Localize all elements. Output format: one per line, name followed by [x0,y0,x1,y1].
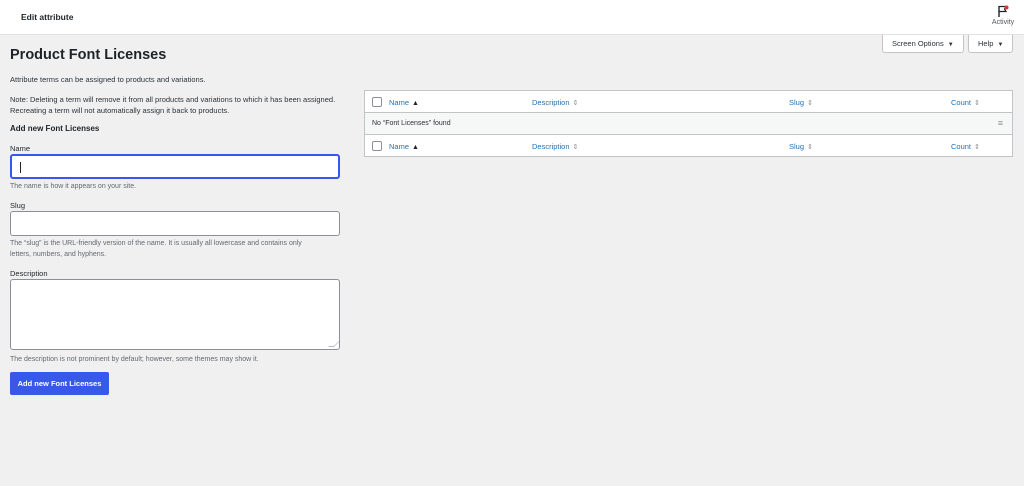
top-bar: Edit attribute Activity [0,0,1024,35]
sort-icon: ⇕ [974,100,980,107]
column-slug[interactable]: Slug ⇕ [789,98,813,107]
description-help: The description is not prominent by defa… [10,356,259,363]
column-count[interactable]: Count ⇕ [951,142,980,151]
column-count[interactable]: Count ⇕ [951,98,980,107]
description-label: Description [10,269,48,278]
intro-text: Attribute terms can be assigned to produ… [10,75,206,84]
screen-options-label: Screen Options [892,39,944,48]
column-description[interactable]: Description ⇕ [532,142,578,151]
activity-button[interactable]: Activity [988,5,1018,26]
select-all-checkbox-footer[interactable] [372,141,382,151]
text-cursor [20,162,21,173]
note-line-1: Note: Deleting a term will remove it fro… [10,95,336,104]
column-name-label: Name [389,142,410,151]
description-textarea[interactable] [10,279,340,350]
name-input[interactable] [10,154,340,179]
slug-input[interactable] [10,211,340,236]
name-label: Name [10,144,31,153]
sort-icon: ⇕ [807,100,813,107]
column-description-label: Description [532,98,570,107]
column-name[interactable]: Name ▲ [389,98,419,107]
column-count-label: Count [951,98,972,107]
column-slug-label: Slug [789,98,805,107]
sort-icon: ⇕ [572,100,579,107]
activity-label: Activity [991,19,1015,26]
caret-down-icon: ▼ [997,42,1004,48]
sort-icon: ⇕ [974,144,980,151]
caret-down-icon: ▼ [947,42,954,48]
column-slug[interactable]: Slug ⇕ [789,142,813,151]
help-button[interactable]: Help ▼ [968,35,1013,53]
name-description: The name is how it appears on your site. [10,183,137,190]
table-footer-row: Name ▲ Description ⇕ Slug ⇕ Count ⇕ [365,135,1012,157]
page-title: Product Font Licenses [10,47,167,63]
header-title: Edit attribute [21,12,74,22]
column-description-label: Description [532,142,570,151]
flag-icon [998,5,1009,17]
note-line-2: Recreating a term will not automatically… [10,106,230,115]
sort-asc-icon: ▲ [412,144,419,151]
table-header-row: Name ▲ Description ⇕ Slug ⇕ Count ⇕ [365,91,1012,113]
add-term-button[interactable]: Add new Font Licenses [10,372,109,395]
column-slug-label: Slug [789,142,805,151]
resize-handle-icon[interactable] [328,341,340,347]
column-name-label: Name [389,98,410,107]
add-term-heading: Add new Font Licenses [10,124,100,133]
slug-description-line-2: letters, numbers, and hyphens. [10,251,107,258]
empty-message: No “Font Licenses” found [372,120,451,127]
slug-description-line-1: The “slug” is the URL-friendly version o… [10,240,302,247]
terms-table: Name ▲ Description ⇕ Slug ⇕ Count ⇕ No “Font… [364,90,1013,157]
column-name[interactable]: Name ▲ [389,142,419,151]
sort-icon: ⇕ [807,144,813,151]
screen-options-button[interactable]: Screen Options ▼ [882,35,964,53]
sort-icon: ⇕ [572,144,579,151]
slug-label: Slug [10,201,26,210]
column-count-label: Count [951,142,972,151]
sort-asc-icon: ▲ [412,100,419,107]
menu-icon: ≡ [997,118,1003,128]
select-all-checkbox[interactable] [372,97,382,107]
help-label: Help [978,39,994,48]
table-row: No “Font Licenses” found ≡ [365,113,1012,135]
column-description[interactable]: Description ⇕ [532,98,578,107]
